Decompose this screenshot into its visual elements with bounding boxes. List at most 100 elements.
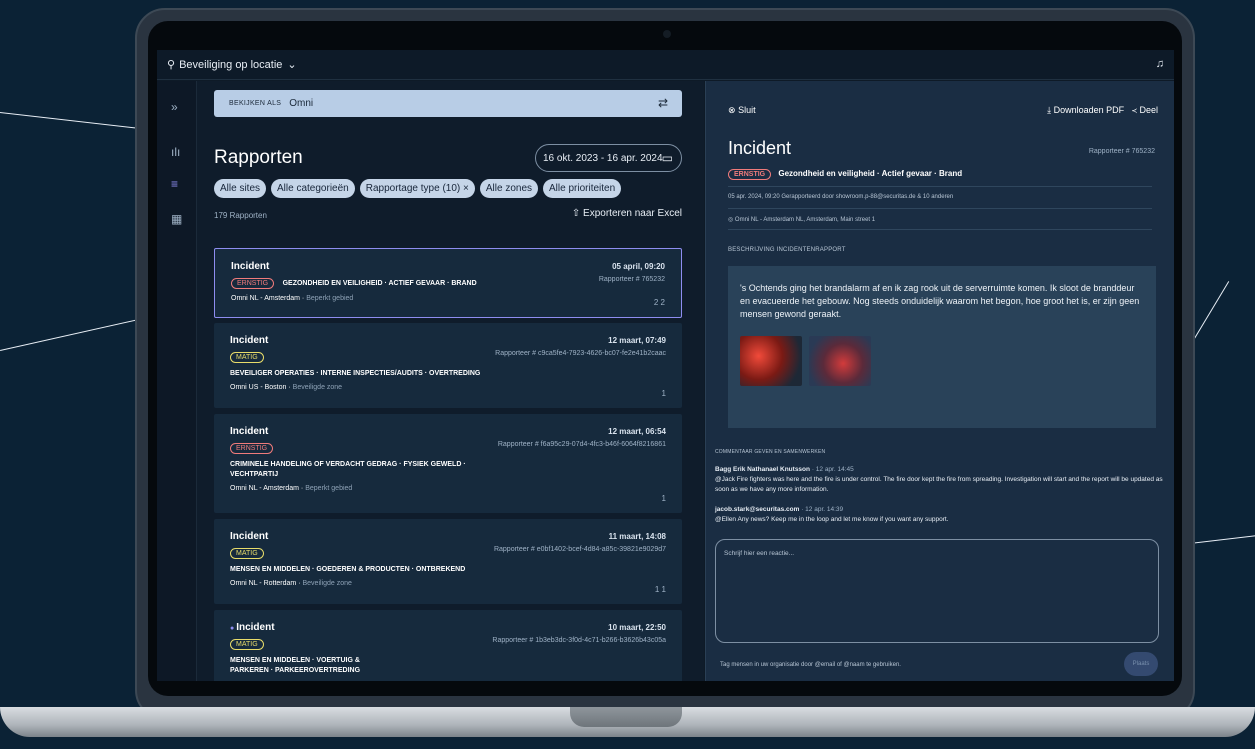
date-range-picker[interactable]: 16 okt. 2023 - 16 apr. 2024 ▭ (535, 144, 682, 172)
card-location: Omni NL - Amsterdam · Beperkt gebied (230, 484, 353, 492)
filter-sites[interactable]: Alle sites (214, 179, 267, 198)
filter-categories[interactable]: Alle categorieën (271, 179, 355, 198)
card-categories: MENSEN EN MIDDELEN · VOERTUIG & PARKEREN… (230, 657, 361, 674)
incident-detail-panel: ⊗ Sluit ⤓ Downloaden PDF ≺ Deel Incident… (705, 81, 1174, 681)
detail-tags: ERNSTIG Gezondheid en veiligheid · Actie… (728, 169, 962, 180)
priority-badge: MATIG (230, 639, 264, 650)
priority-badge: ERNSTIG (230, 443, 274, 454)
expand-icon[interactable]: » (171, 100, 178, 114)
card-reporter: Rapporteer # e0bf1402-bcef-4d84-a85c-398… (493, 546, 666, 553)
view-as-value: Omni (289, 98, 314, 109)
reports-panel: BEKIJKEN ALS Omni ⇄ Rapporten 16 okt. 20… (197, 81, 704, 681)
report-card[interactable]: Incident 12 maart, 06:54 Rapporteer # f6… (214, 414, 682, 513)
card-location: Omni NL - Amsterdam · Beperkt gebied (231, 295, 354, 302)
card-date: 05 april, 09:20 (612, 262, 665, 271)
card-date: 11 maart, 14:08 (608, 532, 666, 541)
detail-location: ◎ Omni NL - Amsterdam NL, Amsterdam, Mai… (728, 217, 876, 223)
detail-title: Incident (728, 138, 792, 158)
filter-chips: Alle sites Alle categorieën Rapportage t… (214, 179, 622, 198)
divider (728, 186, 1152, 187)
card-reporter: Rapporteer # 765232 (598, 276, 665, 283)
card-title: Incident (230, 426, 269, 437)
divider (728, 229, 1152, 230)
report-card[interactable]: ● Incident 10 maart, 22:50 Rapporteer # … (214, 610, 682, 681)
card-reporter: Rapporteer # f6a95c29-07d4-4fc3-b46f-606… (497, 441, 666, 448)
photo-thumbnail[interactable] (740, 336, 802, 386)
camera (663, 30, 671, 38)
comment: jacob.stark@securitas.com · 12 apr. 14:3… (715, 506, 949, 524)
section-title: BESCHRIJVING INCIDENTENRAPPORT (728, 247, 846, 253)
filter-report-type[interactable]: Rapportage type (10) × (359, 179, 475, 198)
card-date: 12 maart, 07:49 (608, 336, 666, 345)
chevron-down-icon[interactable]: ⌄ (287, 58, 296, 71)
calendar-icon: ▭ (661, 151, 673, 165)
comments-header: COMMENTAAR GEVEN EN SAMENWERKEN (715, 449, 826, 455)
mention-hint: Tag mensen in uw organisatie door @email… (720, 662, 901, 668)
switch-icon[interactable]: ⇄ (658, 96, 668, 110)
report-card[interactable]: Incident 11 maart, 14:08 Rapporteer # e0… (214, 519, 682, 604)
description-text: 's Ochtends ging het brandalarm af en ik… (740, 283, 1140, 320)
list-icon[interactable]: ≡ (171, 177, 178, 191)
view-as-bar[interactable]: BEKIJKEN ALS Omni ⇄ (214, 90, 682, 117)
card-location: Omni NL - Rotterdam · Beveiligde zone (230, 579, 352, 587)
card-title: Incident (231, 261, 270, 272)
photo-thumbnail[interactable] (809, 336, 871, 386)
laptop-notch (570, 707, 682, 727)
location-icon: ⚲ (167, 59, 176, 71)
view-as-label: BEKIJKEN ALS (229, 100, 282, 107)
card-location: Omni US - Boston · Beveiligde zone (230, 383, 343, 391)
card-date: 12 maart, 06:54 (608, 427, 666, 436)
comment-input[interactable]: Schrijf hier een reactie... (715, 539, 1159, 643)
card-title: ● Incident (230, 622, 275, 633)
detail-meta: 05 apr. 2024, 09:20 Gerapporteerd door s… (728, 194, 954, 200)
card-title: Incident (230, 531, 269, 542)
card-categories: MENSEN EN MIDDELEN · GOEDEREN & PRODUCTE… (230, 566, 466, 573)
clear-icon[interactable]: × (463, 183, 469, 194)
close-button[interactable]: ⊗ Sluit (728, 105, 756, 116)
pin-icon: ◎ (728, 217, 734, 223)
card-reporter: Rapporteer # 1b3eb3dc-3f0d-4c71-b266-b36… (492, 637, 666, 644)
filter-priorities[interactable]: Alle prioriteiten (543, 179, 622, 198)
comment: Bagg Erik Nathanael Knutsson · 12 apr. 1… (715, 466, 1163, 494)
report-count: 179 Rapporten (214, 211, 267, 220)
export-button[interactable]: ⇧ Exporteren naar Excel (572, 208, 682, 219)
sidebar: » ılı ≡ ▦ (157, 81, 197, 681)
download-pdf-button[interactable]: Downloaden PDF (1054, 105, 1125, 115)
priority-badge: ERNSTIG (231, 278, 275, 289)
stats-icon[interactable]: ılı (171, 145, 180, 159)
divider (728, 208, 1152, 209)
page-title: Rapporten (214, 147, 303, 168)
tags-text: Gezondheid en veiligheid · Actief gevaar… (778, 169, 963, 178)
priority-badge: MATIG (230, 548, 264, 559)
description-box: 's Ochtends ging het brandalarm af en ik… (728, 266, 1156, 428)
share-icon: ≺ (1131, 105, 1137, 115)
date-range-value: 16 okt. 2023 - 16 apr. 2024 (543, 153, 663, 164)
report-card[interactable]: Incident 05 april, 09:20 Rapporteer # 76… (214, 248, 682, 318)
card-categories: GEZONDHEID EN VEILIGHEID · ACTIEF GEVAAR… (282, 280, 477, 287)
attachment-comment-icons: 1 1 (654, 585, 666, 594)
card-reporter: Rapporteer # c9ca5fe4-7923-4626-bc07-fe2… (495, 350, 666, 357)
export-icon: ⇧ (571, 208, 581, 219)
attachment-icon: 1 (661, 494, 666, 503)
card-date: 10 maart, 22:50 (608, 623, 666, 632)
download-icon: ⤓ (1047, 105, 1052, 115)
share-button[interactable]: Deel (1139, 105, 1158, 115)
card-title: Incident (230, 335, 269, 346)
app-title[interactable]: Beveiliging op locatie (179, 59, 282, 71)
card-categories: CRIMINELE HANDELING OF VERDACHT GEDRAG ·… (230, 461, 466, 478)
priority-badge: ERNSTIG (728, 169, 772, 180)
top-bar: ⚲ Beveiliging op locatie ⌄ ♫ (157, 50, 1174, 80)
post-button[interactable]: Plaats (1124, 652, 1158, 676)
building-icon[interactable]: ▦ (171, 212, 182, 226)
attachment-icon: 1 (661, 389, 666, 398)
report-card[interactable]: Incident 12 maart, 07:49 Rapporteer # c9… (214, 323, 682, 408)
bell-icon[interactable]: ♫ (1156, 58, 1164, 70)
card-categories: BEVEILIGER OPERATIES · INTERNE INSPECTIE… (230, 370, 481, 377)
priority-badge: MATIG (230, 352, 264, 363)
app-screen: ⚲ Beveiliging op locatie ⌄ ♫ » ılı ≡ ▦ B… (157, 50, 1174, 681)
detail-actions: ⤓ Downloaden PDF ≺ Deel (1047, 105, 1158, 116)
filter-zones[interactable]: Alle zones (479, 179, 539, 198)
close-icon: ⊗ (728, 105, 736, 115)
attachment-comment-icons: 2 2 (653, 298, 665, 307)
detail-reporter: Rapporteer # 765232 (1088, 148, 1155, 155)
